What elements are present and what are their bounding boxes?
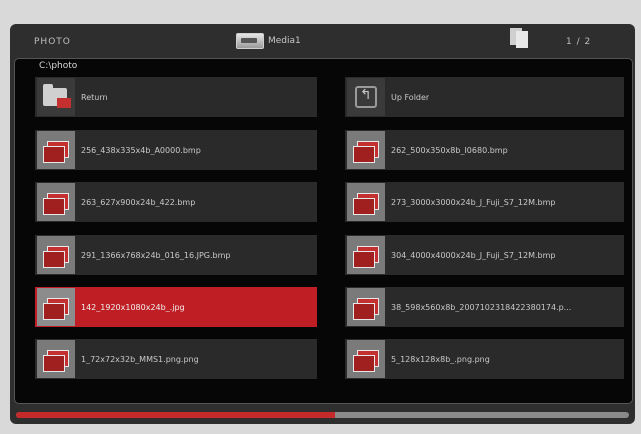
- return-folder-icon: [37, 78, 75, 116]
- file-item[interactable]: 262_500x350x8b_I0680.bmp: [345, 130, 624, 170]
- progress-bar: [16, 412, 629, 418]
- file-item[interactable]: 263_627x900x24b_422.bmp: [35, 182, 317, 222]
- file-item[interactable]: 256_438x335x4b_A0000.bmp: [35, 130, 317, 170]
- usb-drive-icon: [236, 33, 264, 49]
- device-indicator: Media1: [236, 33, 301, 49]
- item-label: Up Folder: [391, 92, 430, 102]
- pages-icon: [510, 28, 532, 50]
- photo-icon: [37, 131, 75, 169]
- file-browser-panel: C:\photo Return Up Folder 256_438x335x4b…: [14, 58, 633, 404]
- file-item[interactable]: 291_1366x768x24b_016_16.JPG.bmp: [35, 235, 317, 275]
- photo-icon: [347, 288, 385, 326]
- up-folder-icon: [347, 78, 385, 116]
- file-name: 291_1366x768x24b_016_16.JPG.bmp: [81, 250, 231, 260]
- device-label: Media1: [268, 36, 301, 46]
- return-button[interactable]: Return: [35, 77, 317, 117]
- current-path: C:\photo: [39, 61, 78, 71]
- file-name: 262_500x350x8b_I0680.bmp: [391, 145, 508, 155]
- page-indicator: 1 / 2: [566, 37, 592, 47]
- file-item[interactable]: 304_4000x4000x24b_J_Fuji_S7_12M.bmp: [345, 235, 624, 275]
- file-item-selected[interactable]: 142_1920x1080x24b_.jpg: [35, 287, 317, 327]
- photo-icon: [347, 131, 385, 169]
- item-label: Return: [81, 92, 108, 102]
- photo-icon: [37, 183, 75, 221]
- file-item[interactable]: 273_3000x3000x24b_J_Fuji_S7_12M.bmp: [345, 182, 624, 222]
- file-name: 273_3000x3000x24b_J_Fuji_S7_12M.bmp: [391, 197, 556, 207]
- photo-icon: [37, 340, 75, 378]
- photo-icon: [347, 340, 385, 378]
- file-name: 142_1920x1080x24b_.jpg: [81, 302, 185, 312]
- up-folder-button[interactable]: Up Folder: [345, 77, 624, 117]
- file-name: 1_72x72x32b_MMS1.png.png: [81, 354, 199, 364]
- media-player-screen: PHOTO Media1 1 / 2 C:\photo Return Up Fo…: [10, 24, 635, 424]
- file-name: 5_128x128x8b_.png.png: [391, 354, 490, 364]
- file-item[interactable]: 1_72x72x32b_MMS1.png.png: [35, 339, 317, 379]
- file-name: 256_438x335x4b_A0000.bmp: [81, 145, 201, 155]
- top-bar: PHOTO Media1 1 / 2: [10, 24, 635, 58]
- file-name: 38_598x560x8b_2007102318422380174.p...: [391, 302, 572, 312]
- file-name: 304_4000x4000x24b_J_Fuji_S7_12M.bmp: [391, 250, 556, 260]
- section-label: PHOTO: [34, 37, 71, 47]
- file-item[interactable]: 5_128x128x8b_.png.png: [345, 339, 624, 379]
- photo-icon: [37, 236, 75, 274]
- progress-fill: [16, 412, 335, 418]
- file-item[interactable]: 38_598x560x8b_2007102318422380174.p...: [345, 287, 624, 327]
- photo-icon: [347, 236, 385, 274]
- photo-icon: [347, 183, 385, 221]
- photo-icon: [37, 288, 75, 326]
- file-name: 263_627x900x24b_422.bmp: [81, 197, 196, 207]
